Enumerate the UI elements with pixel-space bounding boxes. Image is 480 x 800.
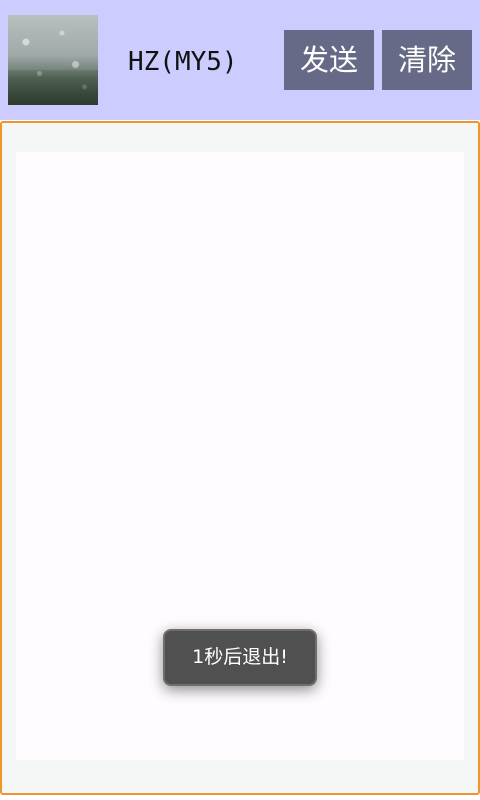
send-button[interactable]: 发送: [284, 30, 374, 90]
message-frame: [0, 121, 480, 795]
clear-button[interactable]: 清除: [382, 30, 472, 90]
avatar[interactable]: [8, 15, 98, 105]
header-bar: HZ(MY5) 发送 清除: [0, 0, 480, 120]
avatar-shade: [8, 70, 98, 105]
exit-toast: 1秒后退出!: [163, 629, 317, 686]
contact-title: HZ(MY5): [128, 47, 238, 77]
